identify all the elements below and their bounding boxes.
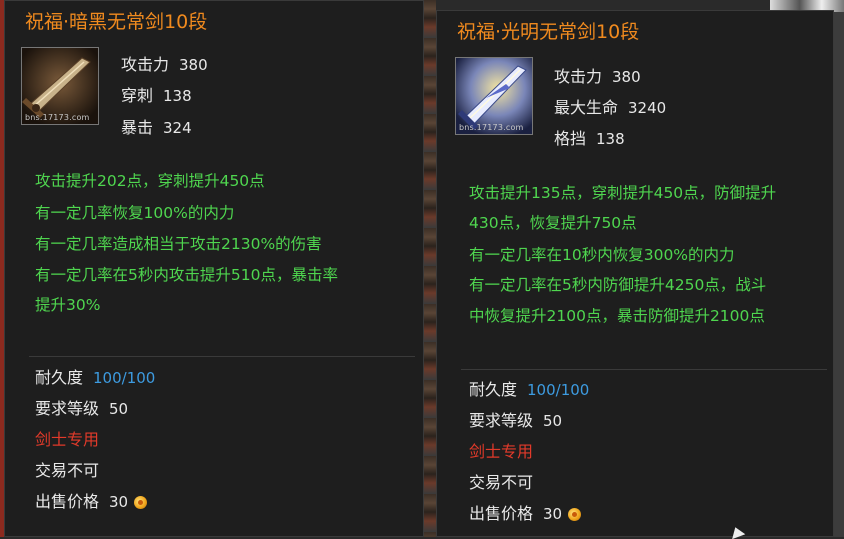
effect-line: 有一定几率在10秒内恢复300%的内力	[469, 246, 735, 264]
dark-sword-icon: bns.17173.com	[21, 47, 99, 125]
icon-caption: bns.17173.com	[25, 113, 90, 122]
effect-line: 攻击提升202点，穿刺提升450点	[35, 172, 265, 190]
effect-line: 中恢复提升2100点，暴击防御提升2100点	[469, 307, 765, 325]
effect-line: 有一定几率恢复100%的内力	[35, 204, 235, 222]
stat-attack: 攻击力 380	[554, 67, 641, 86]
stat-block: 格挡 138	[554, 129, 625, 148]
required-level: 要求等级 50	[469, 411, 563, 430]
stat-max-health: 最大生命 3240	[554, 98, 667, 117]
effect-line: 有一定几率在5秒内防御提升4250点，战斗	[469, 276, 767, 294]
item-title: 祝福·暗黑无常剑10段	[25, 11, 208, 33]
class-restriction: 剑士专用	[35, 430, 100, 449]
divider	[461, 369, 827, 370]
trade-status: 交易不可	[469, 473, 534, 492]
gold-coin-icon	[568, 508, 582, 521]
stat-pierce: 穿刺 138	[121, 86, 192, 105]
item-title: 祝福·光明无常剑10段	[457, 21, 640, 43]
divider	[29, 356, 415, 357]
effect-line: 攻击提升135点，穿刺提升450点，防御提升	[469, 184, 777, 202]
sell-price: 出售价格 30	[469, 500, 582, 524]
required-level: 要求等级 50	[35, 399, 129, 418]
stat-critical: 暴击 324	[121, 118, 192, 137]
background-right-edge	[834, 12, 844, 537]
durability: 耐久度 100/100	[35, 368, 156, 387]
stat-attack: 攻击力 380	[121, 55, 208, 74]
sell-price: 出售价格 30	[35, 488, 148, 512]
trade-status: 交易不可	[35, 461, 100, 480]
class-restriction: 剑士专用	[469, 442, 534, 461]
item-tooltip-left: 祝福·暗黑无常剑10段 bns.17173.com 攻击力 380 穿刺 138 暴…	[4, 0, 424, 537]
light-sword-icon: bns.17173.com	[455, 57, 533, 135]
background-game-strip	[424, 0, 436, 537]
effect-line: 430点，恢复提升750点	[469, 214, 637, 232]
effect-line: 有一定几率在5秒内攻击提升510点，暴击率	[35, 266, 338, 284]
icon-caption: bns.17173.com	[459, 123, 524, 132]
effect-line: 有一定几率造成相当于攻击2130%的伤害	[35, 235, 322, 253]
item-tooltip-right: 祝福·光明无常剑10段 bns.17173.com 攻击力 380 最大生命 324…	[436, 10, 834, 537]
durability: 耐久度 100/100	[469, 380, 590, 399]
effect-line: 提升30%	[35, 296, 101, 314]
gold-coin-icon	[134, 496, 148, 509]
